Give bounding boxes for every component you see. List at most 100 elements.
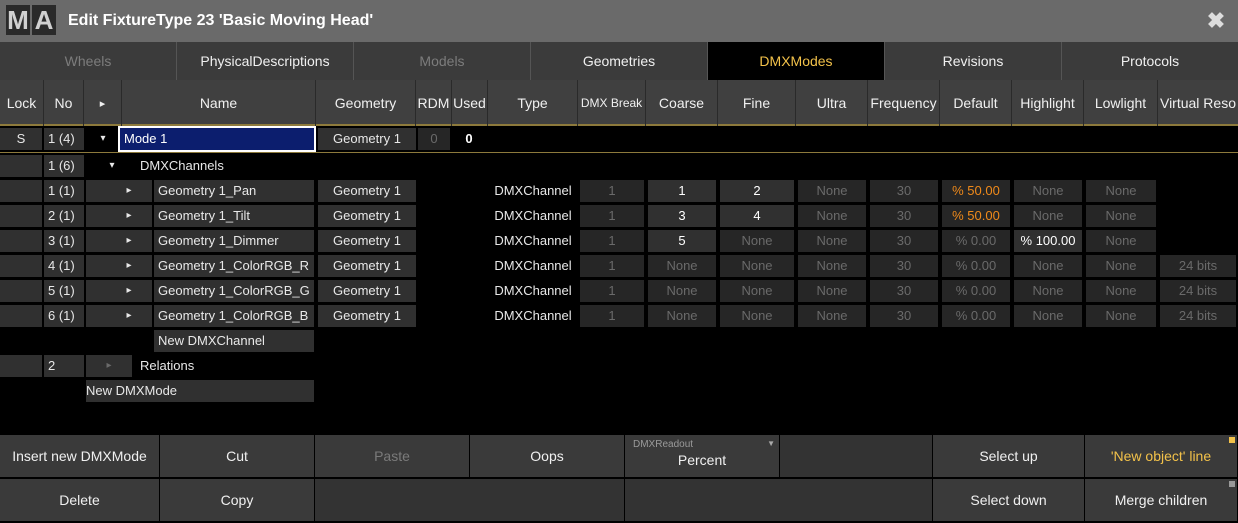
table-row[interactable]: 5 (1) ▸ Geometry 1_ColorRGB_G Geometry 1…	[0, 280, 1238, 304]
channel-type[interactable]: DMXChannel	[488, 255, 578, 277]
channel-geometry[interactable]: Geometry 1	[318, 205, 416, 227]
channels-group-row[interactable]: 1 (6) ▾ DMXChannels	[0, 155, 1238, 179]
channel-ultra[interactable]: None	[798, 180, 866, 202]
col-type[interactable]: Type	[488, 80, 578, 126]
col-default[interactable]: Default	[940, 80, 1012, 126]
channel-default[interactable]: % 50.00	[942, 205, 1010, 227]
channel-ultra[interactable]: None	[798, 305, 866, 327]
channel-ultra[interactable]: None	[798, 255, 866, 277]
mode-lock[interactable]: S	[0, 128, 42, 150]
channel-dmx-break[interactable]: 1	[580, 205, 644, 227]
channel-fine[interactable]: None	[720, 255, 794, 277]
channel-coarse[interactable]: None	[648, 255, 716, 277]
lock-cell[interactable]	[0, 155, 42, 177]
channel-virtual-reso[interactable]: 24 bits	[1160, 305, 1236, 327]
col-fine[interactable]: Fine	[718, 80, 796, 126]
channel-default[interactable]: % 0.00	[942, 280, 1010, 302]
channel-fine[interactable]: None	[720, 230, 794, 252]
col-ultra[interactable]: Ultra	[796, 80, 868, 126]
channel-ultra[interactable]: None	[798, 205, 866, 227]
channel-highlight[interactable]: None	[1014, 280, 1082, 302]
col-used[interactable]: Used	[452, 80, 488, 126]
col-geometry[interactable]: Geometry	[316, 80, 416, 126]
col-virtual-reso[interactable]: Virtual Reso	[1158, 80, 1238, 126]
channel-lowlight[interactable]: None	[1086, 205, 1156, 227]
channel-fine[interactable]: 2	[720, 180, 794, 202]
select-up-button[interactable]: Select up	[933, 435, 1085, 478]
tab-dmxmodes[interactable]: DMXModes	[708, 42, 885, 80]
col-dmx-break[interactable]: DMX Break	[578, 80, 646, 126]
relations-row[interactable]: 2 ▸ Relations	[0, 355, 1238, 379]
channel-lowlight[interactable]: None	[1086, 255, 1156, 277]
channel-highlight[interactable]: None	[1014, 255, 1082, 277]
select-down-button[interactable]: Select down	[933, 479, 1085, 522]
lock-cell[interactable]	[0, 355, 42, 377]
tab-revisions[interactable]: Revisions	[885, 42, 1062, 80]
collapse-icon[interactable]: ▾	[100, 155, 124, 177]
channel-frequency[interactable]: 30	[870, 305, 938, 327]
dmx-readout-select[interactable]: DMXReadout Percent ▼	[625, 435, 780, 478]
col-expand-all-icon[interactable]: ▸	[84, 80, 122, 126]
channel-coarse[interactable]: 1	[648, 180, 716, 202]
expand-icon[interactable]: ▸	[86, 305, 152, 327]
new-dmxchannel-button[interactable]: New DMXChannel	[154, 330, 314, 352]
col-no[interactable]: No	[44, 80, 84, 126]
channel-ultra[interactable]: None	[798, 230, 866, 252]
expand-icon[interactable]: ▸	[86, 205, 152, 227]
close-icon[interactable]: ✖	[1204, 9, 1228, 33]
channel-dmx-break[interactable]: 1	[580, 180, 644, 202]
cut-button[interactable]: Cut	[160, 435, 315, 478]
channel-name[interactable]: Geometry 1_Tilt	[154, 205, 314, 227]
channel-type[interactable]: DMXChannel	[488, 205, 578, 227]
lock-cell[interactable]	[0, 305, 42, 327]
lock-cell[interactable]	[0, 230, 42, 252]
expand-icon[interactable]: ▸	[86, 180, 152, 202]
channel-type[interactable]: DMXChannel	[488, 230, 578, 252]
channel-dmx-break[interactable]: 1	[580, 230, 644, 252]
channel-geometry[interactable]: Geometry 1	[318, 305, 416, 327]
channel-frequency[interactable]: 30	[870, 205, 938, 227]
channel-highlight[interactable]: None	[1014, 180, 1082, 202]
lock-cell[interactable]	[0, 255, 42, 277]
channel-frequency[interactable]: 30	[870, 180, 938, 202]
paste-button[interactable]: Paste	[315, 435, 470, 478]
channel-default[interactable]: % 0.00	[942, 305, 1010, 327]
expand-icon[interactable]: ▸	[86, 355, 132, 377]
channel-lowlight[interactable]: None	[1086, 280, 1156, 302]
channel-default[interactable]: % 0.00	[942, 255, 1010, 277]
channel-dmx-break[interactable]: 1	[580, 280, 644, 302]
channel-type[interactable]: DMXChannel	[488, 305, 578, 327]
tab-wheels[interactable]: Wheels	[0, 42, 177, 80]
delete-button[interactable]: Delete	[0, 479, 160, 522]
channel-type[interactable]: DMXChannel	[488, 280, 578, 302]
col-lock[interactable]: Lock	[0, 80, 44, 126]
copy-button[interactable]: Copy	[160, 479, 315, 522]
channel-fine[interactable]: None	[720, 280, 794, 302]
col-frequency[interactable]: Frequency	[868, 80, 940, 126]
channel-frequency[interactable]: 30	[870, 230, 938, 252]
channel-default[interactable]: % 0.00	[942, 230, 1010, 252]
new-channel-row[interactable]: New DMXChannel	[0, 330, 1238, 354]
table-row[interactable]: 2 (1) ▸ Geometry 1_Tilt Geometry 1 DMXCh…	[0, 205, 1238, 229]
new-mode-row[interactable]: New DMXMode	[0, 380, 1238, 404]
channel-virtual-reso[interactable]: 24 bits	[1160, 280, 1236, 302]
channel-highlight[interactable]: None	[1014, 205, 1082, 227]
lock-cell[interactable]	[0, 205, 42, 227]
channel-highlight[interactable]: None	[1014, 305, 1082, 327]
collapse-icon[interactable]: ▾	[86, 128, 120, 150]
channel-coarse[interactable]: None	[648, 305, 716, 327]
mode-rdm[interactable]: 0	[418, 128, 450, 150]
channel-geometry[interactable]: Geometry 1	[318, 255, 416, 277]
tab-protocols[interactable]: Protocols	[1062, 42, 1238, 80]
channel-coarse[interactable]: None	[648, 280, 716, 302]
channel-coarse[interactable]: 5	[648, 230, 716, 252]
channel-name[interactable]: Geometry 1_Pan	[154, 180, 314, 202]
mode-name-field[interactable]: Mode 1	[118, 126, 316, 152]
tab-physical-descriptions[interactable]: PhysicalDescriptions	[177, 42, 354, 80]
channel-geometry[interactable]: Geometry 1	[318, 180, 416, 202]
col-coarse[interactable]: Coarse	[646, 80, 718, 126]
channel-highlight[interactable]: % 100.00	[1014, 230, 1082, 252]
channel-geometry[interactable]: Geometry 1	[318, 280, 416, 302]
channel-name[interactable]: Geometry 1_Dimmer	[154, 230, 314, 252]
channel-coarse[interactable]: 3	[648, 205, 716, 227]
